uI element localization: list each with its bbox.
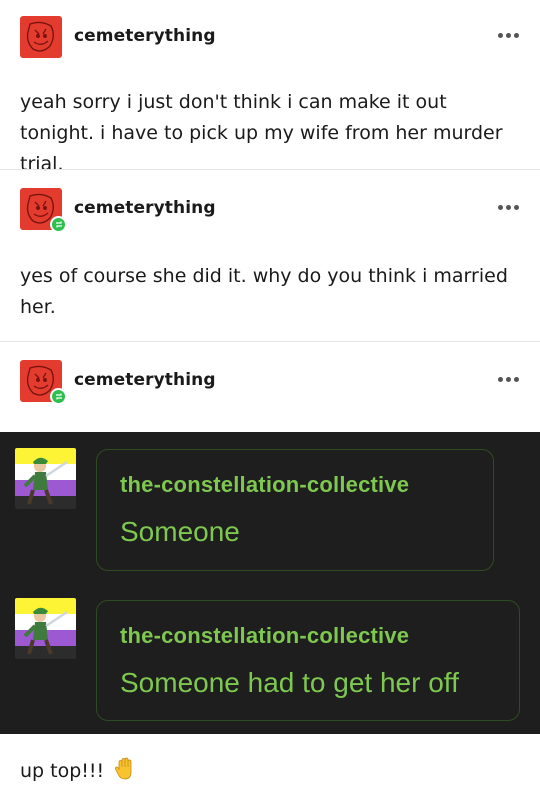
message-bubble: the-constellation-collective Someone	[96, 449, 494, 571]
post-text: yeah sorry i just don't think i can make…	[20, 91, 503, 175]
post-text: yes of course she did it. why do you thi…	[20, 265, 508, 318]
post-3: cemeterything	[0, 342, 540, 432]
message-author: the-constellation-collective	[120, 472, 410, 497]
username[interactable]: cemeterything	[74, 26, 216, 46]
caption-text: up top!!!	[20, 760, 105, 782]
more-options-icon[interactable]	[498, 202, 520, 212]
more-options-icon[interactable]	[498, 374, 520, 384]
message-text: Someone	[120, 516, 240, 547]
embedded-screenshot: the-constellation-collective Someone the…	[0, 432, 540, 734]
reblog-icon	[50, 388, 67, 405]
message-text: Someone had to get her off	[120, 667, 459, 698]
message-bubble: the-constellation-collective Someone had…	[96, 600, 520, 721]
post-caption: up top!!!	[20, 757, 136, 782]
raised-hand-icon	[114, 757, 136, 781]
post-2: cemeterything yes of course she did it. …	[0, 170, 540, 340]
avatar	[15, 448, 76, 509]
post-header: cemeterything	[20, 188, 520, 233]
post-1: cemeterything yeah sorry i just don't th…	[0, 0, 540, 175]
avatar	[15, 598, 76, 659]
avatar[interactable]	[20, 16, 62, 58]
username[interactable]: cemeterything	[74, 198, 216, 218]
reblog-icon	[50, 216, 67, 233]
username[interactable]: cemeterything	[74, 370, 216, 390]
post-header: cemeterything	[20, 360, 520, 405]
post-header: cemeterything	[20, 16, 520, 58]
message-author: the-constellation-collective	[120, 623, 410, 648]
more-options-icon[interactable]	[498, 30, 520, 40]
